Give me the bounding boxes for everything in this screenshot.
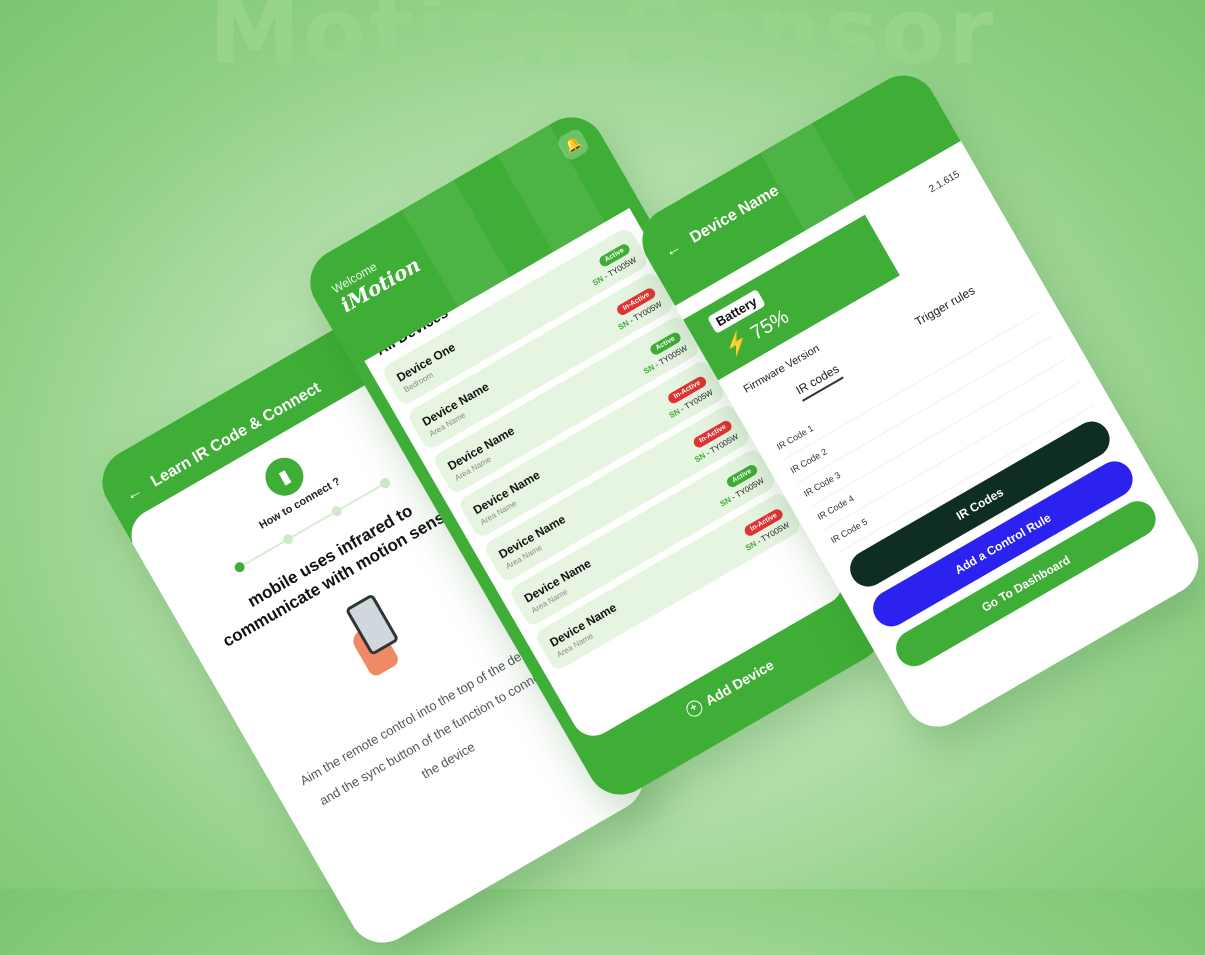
sn-prefix: SN xyxy=(616,318,631,332)
step-dot xyxy=(378,476,392,491)
back-arrow-icon[interactable]: ← xyxy=(661,236,686,262)
sn-prefix: SN xyxy=(590,274,606,288)
lightning-icon: ⚡ xyxy=(720,328,754,360)
sn-prefix: SN xyxy=(743,539,759,553)
firmware-number: 2.1.615 xyxy=(927,168,962,196)
back-arrow-icon[interactable]: ← xyxy=(122,480,147,506)
hero-title: Motion Sensor xyxy=(208,0,997,85)
screen-title: Device Name xyxy=(687,182,782,247)
tab-ir-codes[interactable]: IR codes xyxy=(793,361,845,402)
sn-prefix: SN xyxy=(718,495,733,509)
sn-prefix: SN xyxy=(641,362,657,376)
sn-prefix: SN xyxy=(692,450,708,465)
hand-phone-illustration xyxy=(331,587,428,695)
plus-icon: + xyxy=(683,697,706,720)
sn-prefix: SN xyxy=(667,406,682,421)
